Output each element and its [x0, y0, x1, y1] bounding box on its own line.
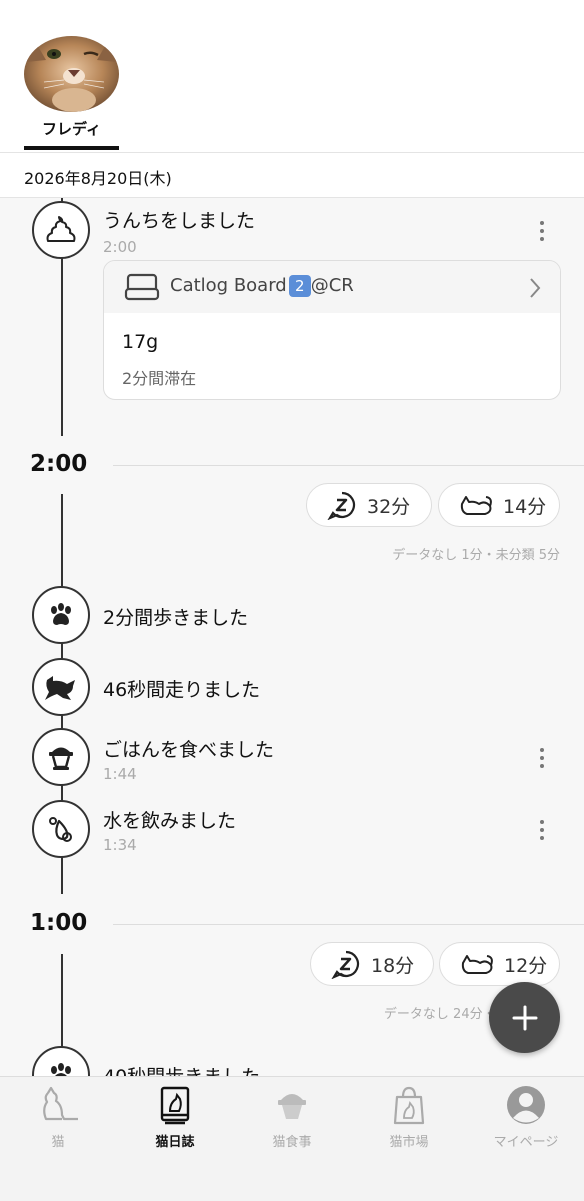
resting-cat-icon — [460, 496, 492, 515]
device-name: Catlog Board 2 @CR — [170, 275, 354, 297]
catlog-board-icon — [124, 273, 160, 301]
timeline-line — [61, 494, 63, 586]
bottom-tab-bar: 猫 猫日誌 猫食事 猫市場 マイページ — [0, 1076, 584, 1201]
hour-divider — [113, 465, 584, 466]
cat-avatar[interactable] — [24, 36, 119, 112]
cat-tab-freddie[interactable]: フレディ — [24, 36, 119, 150]
tab-market[interactable]: 猫市場 — [351, 1077, 467, 1157]
food-bowl-icon — [278, 1094, 306, 1119]
cat-name: フレディ — [42, 120, 101, 138]
more-options-icon[interactable] — [532, 818, 552, 842]
date-bar: 2026年8月20日(木) — [0, 153, 584, 198]
diary-icon — [160, 1086, 190, 1125]
sleep-duration: 32分 — [367, 495, 411, 518]
current-date: 2026年8月20日(木) — [24, 169, 172, 188]
sleep-summary-pill[interactable]: 18分 — [310, 942, 434, 986]
paw-icon — [32, 1046, 90, 1076]
more-options-icon[interactable] — [532, 746, 552, 770]
hour-divider — [113, 924, 584, 925]
hour-label: 2:00 — [30, 451, 88, 477]
event-title: ごはんを食べました — [103, 739, 275, 761]
event-title: 2分間歩きました — [103, 607, 249, 629]
tab-mypage[interactable]: マイページ — [468, 1077, 584, 1157]
water-drop-icon — [32, 800, 90, 858]
cat-switcher-header: フレディ — [0, 0, 584, 153]
tab-diary[interactable]: 猫日誌 — [117, 1077, 233, 1157]
plus-icon — [512, 1005, 537, 1030]
rest-duration: 14分 — [503, 495, 547, 518]
tab-label: 猫 — [51, 1135, 65, 1150]
weight-value: 17g — [122, 331, 159, 353]
more-options-icon[interactable] — [532, 219, 552, 243]
device-suffix: @CR — [310, 275, 354, 296]
sleep-icon — [331, 950, 360, 979]
event-title: 46秒間走りました — [103, 679, 261, 701]
event-title: 40秒間歩きました — [103, 1062, 260, 1076]
tab-label: 猫市場 — [389, 1135, 429, 1150]
resting-cat-icon — [461, 955, 493, 974]
tab-cat[interactable]: 猫 — [0, 1077, 116, 1157]
cat-icon — [43, 1086, 78, 1121]
device-label: Catlog Board — [170, 275, 287, 296]
food-bowl-icon — [32, 728, 90, 786]
event-time: 1:44 — [103, 765, 137, 783]
paw-icon — [32, 586, 90, 644]
tab-food[interactable]: 猫食事 — [234, 1077, 350, 1157]
device-row[interactable]: Catlog Board 2 @CR — [104, 261, 560, 313]
user-icon — [507, 1086, 545, 1124]
tab-label: マイページ — [493, 1135, 559, 1150]
shopping-bag-icon — [393, 1086, 425, 1125]
add-record-button[interactable] — [489, 982, 560, 1053]
event-title: うんちをしました — [103, 210, 256, 232]
device-record-card[interactable]: Catlog Board 2 @CR 17g 2分間滞在 — [103, 260, 561, 400]
event-time: 1:34 — [103, 836, 137, 854]
event-time: 2:00 — [103, 238, 137, 256]
active-cat-indicator — [24, 146, 119, 150]
sleep-icon — [327, 491, 356, 520]
sleep-duration: 18分 — [371, 954, 415, 977]
stay-duration: 2分間滞在 — [122, 369, 197, 388]
running-cat-icon — [32, 658, 90, 716]
poop-icon — [32, 201, 90, 259]
device-badge: 2 — [288, 275, 311, 297]
sleep-summary-pill[interactable]: 32分 — [306, 483, 432, 527]
hour-summary: データなし 1分・未分類 5分 — [392, 548, 560, 563]
hour-label: 1:00 — [30, 910, 88, 936]
event-title: 水を飲みました — [103, 810, 237, 832]
timeline: うんちをしました 2:00 Catlog Board 2 @CR 17g 2分間滞在… — [0, 198, 584, 1076]
rest-summary-pill[interactable]: 14分 — [438, 483, 560, 527]
tab-label: 猫日誌 — [155, 1135, 195, 1150]
rest-duration: 12分 — [504, 954, 548, 977]
rest-summary-pill[interactable]: 12分 — [439, 942, 560, 986]
chevron-right-icon — [530, 278, 541, 298]
tab-label: 猫食事 — [272, 1135, 312, 1150]
